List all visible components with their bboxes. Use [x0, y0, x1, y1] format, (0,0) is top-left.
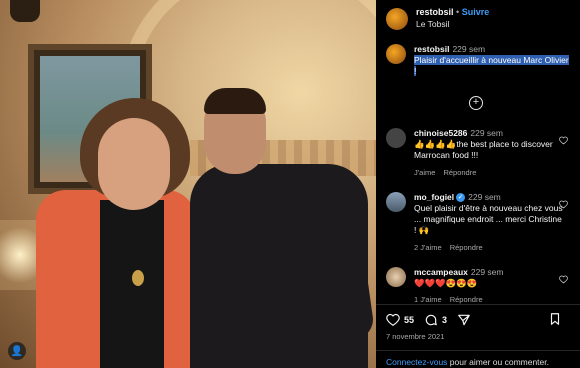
likes-count: 55 [404, 315, 415, 325]
heart-icon[interactable] [559, 275, 568, 284]
login-prompt: Connectez-vous pour aimer ou commenter. [386, 357, 549, 367]
lamp-glow [0, 220, 40, 290]
share-icon[interactable] [457, 313, 471, 327]
comment-username[interactable]: chinoise5286 [414, 128, 467, 138]
comments-panel: restobsil • Suivre Le Tobsil restobsil 22… [376, 0, 580, 368]
post-photo[interactable]: 👤 [0, 0, 376, 368]
comment-text: 👍👍👍👍the best place to discover Marrocan … [414, 139, 553, 160]
comment-item: mo_fogiel ✓ 229 sem Quel plaisir d'être à … [386, 192, 572, 253]
caption-username[interactable]: restobsil [414, 44, 449, 54]
reply-button[interactable]: Répondre [450, 243, 483, 252]
bookmark-icon[interactable] [548, 312, 562, 326]
action-bar: 55 3 [386, 312, 576, 328]
avatar[interactable] [386, 267, 406, 287]
comment-icon[interactable] [424, 313, 438, 327]
load-more-comments-icon[interactable]: + [469, 96, 483, 110]
heart-icon[interactable] [559, 136, 568, 145]
login-prompt-text: pour aimer ou commenter. [447, 357, 549, 367]
like-button[interactable]: 55 [386, 313, 414, 327]
comment-username[interactable]: mccampeaux [414, 267, 468, 277]
divider [376, 350, 580, 351]
comment-likes[interactable]: 1 J'aime [414, 295, 442, 304]
post-header: restobsil • Suivre Le Tobsil [386, 6, 580, 36]
comment-time: 229 sem [470, 128, 503, 138]
post-date: 7 novembre 2021 [386, 332, 445, 341]
comment-item: mccampeaux 229 sem ❤️❤️❤️😍😍😍 1 J'aime Répo… [386, 267, 572, 305]
ceiling-lamp [10, 0, 40, 22]
caption-time: 229 sem [452, 44, 486, 54]
like-comment-button[interactable]: J'aime [414, 168, 435, 177]
reply-button[interactable]: Répondre [450, 295, 483, 304]
location-link[interactable]: Le Tobsil [416, 18, 489, 30]
comment-text: ❤️❤️❤️😍😍😍 [414, 278, 478, 288]
comment-time: 229 sem [468, 192, 501, 202]
comment-button[interactable]: 3 [424, 313, 447, 327]
heart-icon[interactable] [386, 313, 400, 327]
comments-count: 3 [442, 315, 448, 325]
follow-button[interactable]: Suivre [462, 7, 490, 17]
heart-icon[interactable] [559, 200, 568, 209]
avatar[interactable] [386, 44, 406, 64]
avatar[interactable] [386, 192, 406, 212]
comment-item: chinoise5286 229 sem 👍👍👍👍the best place t… [386, 128, 572, 178]
caption-text: Plaisir d'accueillir à nouveau Marc Oliv… [414, 55, 569, 76]
comment-time: 229 sem [470, 267, 504, 277]
username-link[interactable]: restobsil [416, 7, 454, 17]
save-button[interactable] [548, 312, 562, 326]
separator-dot: • [456, 7, 460, 17]
avatar[interactable] [386, 8, 408, 30]
verified-badge-icon: ✓ [456, 193, 466, 203]
caption: restobsil 229 sem Plaisir d'accueillir à … [386, 44, 572, 77]
divider [376, 304, 580, 305]
avatar[interactable] [386, 128, 406, 148]
comment-likes[interactable]: 2 J'aime [414, 243, 442, 252]
reply-button[interactable]: Répondre [443, 168, 476, 177]
comment-text: Quel plaisir d'être à nouveau chez vous … [414, 203, 563, 235]
share-button[interactable] [457, 313, 471, 327]
login-link[interactable]: Connectez-vous [386, 357, 447, 367]
comment-username[interactable]: mo_fogiel [414, 192, 454, 202]
user-tag-icon[interactable]: 👤 [8, 342, 26, 360]
